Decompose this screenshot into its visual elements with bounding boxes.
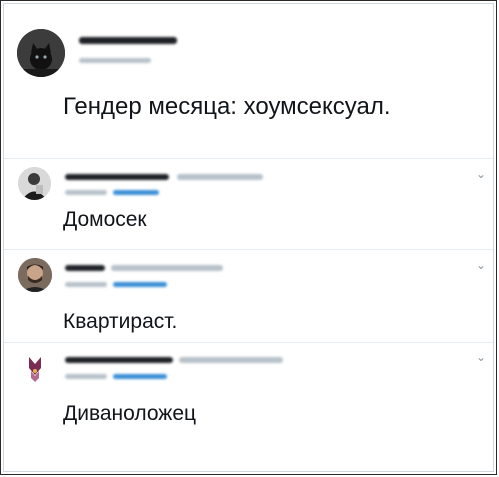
main-avatar[interactable] — [17, 29, 65, 77]
main-author-name[interactable] — [79, 37, 177, 44]
reply-avatar[interactable] — [18, 167, 51, 200]
reply-text: Домосек — [63, 208, 147, 231]
tweet-thread-card: Гендер месяца: хоумсексуал. ⌄ Домосек ⌄ … — [0, 0, 497, 475]
person-photo-icon — [18, 258, 52, 292]
reply-avatar[interactable] — [18, 258, 52, 292]
reply-to-handle[interactable] — [113, 282, 167, 287]
chevron-down-icon[interactable]: ⌄ — [475, 351, 487, 363]
reply-to-label — [65, 190, 107, 195]
chevron-down-icon[interactable]: ⌄ — [475, 168, 487, 180]
divider — [4, 158, 493, 159]
divider — [4, 342, 493, 343]
main-author-handle[interactable] — [79, 58, 151, 63]
divider — [4, 249, 493, 250]
logo-icon — [18, 351, 52, 385]
person-photo-icon — [18, 167, 51, 200]
reply-author-name[interactable] — [65, 265, 105, 271]
cat-silhouette-icon — [17, 29, 65, 77]
reply-text: Квартираст. — [63, 310, 178, 333]
reply-meta — [177, 174, 263, 180]
reply-meta — [111, 265, 223, 271]
reply-to-label — [65, 374, 107, 379]
chevron-down-icon[interactable]: ⌄ — [475, 259, 487, 271]
reply-author-name[interactable] — [65, 357, 173, 363]
reply-meta — [179, 357, 283, 363]
reply-to-handle[interactable] — [113, 374, 167, 379]
reply-author-name[interactable] — [65, 174, 169, 180]
reply-avatar[interactable] — [18, 351, 52, 385]
reply-text: Диваноложец — [63, 402, 197, 425]
reply-to-handle[interactable] — [113, 190, 159, 195]
main-tweet-text: Гендер месяца: хоумсексуал. — [63, 93, 391, 120]
reply-to-label — [65, 282, 107, 287]
